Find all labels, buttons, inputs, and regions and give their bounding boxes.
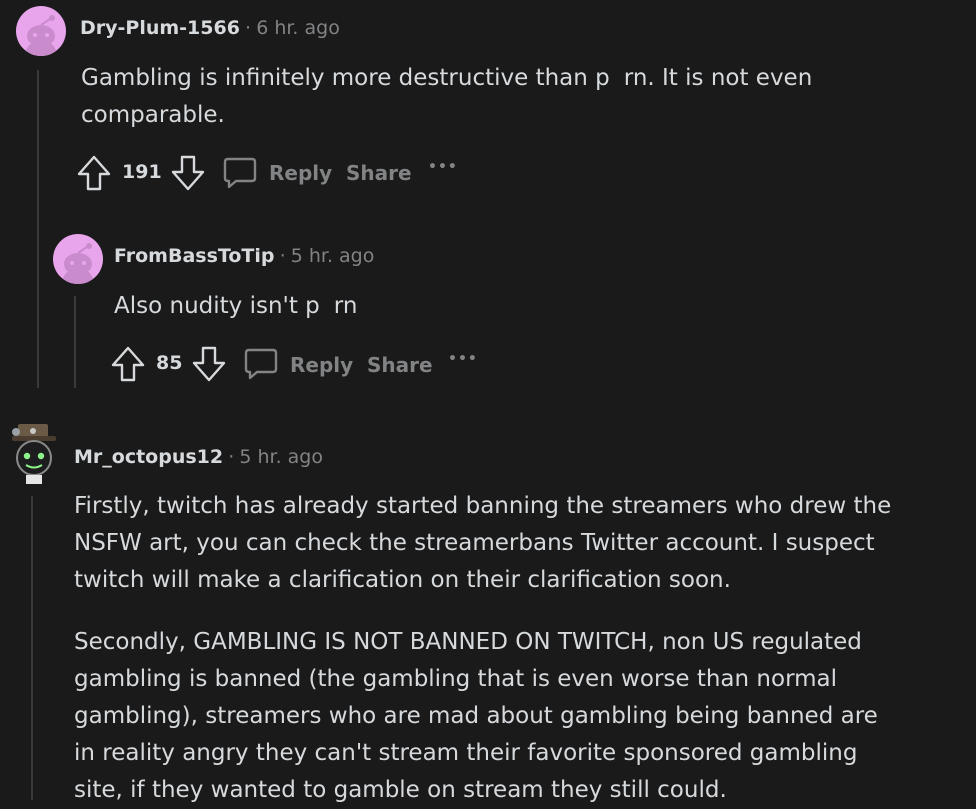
comment-author[interactable]: FromBassToTip <box>114 245 274 267</box>
comment-text-line: gambling is banned (the gambling that is… <box>74 666 838 692</box>
share-button[interactable]: Share <box>346 161 412 185</box>
thread-line-1[interactable] <box>37 70 39 388</box>
more-options-icon[interactable]: ••• <box>428 159 458 175</box>
vote-count: 191 <box>122 161 162 183</box>
comment-body: Gambling is infinitely more destructive … <box>81 60 812 134</box>
avatar[interactable] <box>53 234 103 284</box>
comment-text-line: gambling), streamers who are mad about g… <box>74 703 878 729</box>
comment-bubble-icon[interactable] <box>222 156 258 190</box>
comment-author[interactable]: Dry-Plum-1566 <box>80 17 240 39</box>
comment-text-part: rn. It is not even <box>623 65 813 91</box>
comment-timestamp[interactable]: 5 hr. ago <box>239 446 323 468</box>
comment-text-line: Secondly, GAMBLING IS NOT BANNED ON TWIT… <box>74 629 862 655</box>
comment-author[interactable]: Mr_octopus12 <box>74 446 223 468</box>
vote-count: 85 <box>156 352 183 374</box>
comment-text-line: Firstly, twitch has already started bann… <box>74 493 892 519</box>
comment-paragraph: Firstly, twitch has already started bann… <box>74 488 891 599</box>
comment-bubble-icon[interactable] <box>243 347 279 381</box>
more-options-icon[interactable]: ••• <box>448 351 478 367</box>
comment-text-part: Also nudity isn't p <box>114 293 320 319</box>
comment-text-line: twitch will make a clarification on thei… <box>74 567 731 593</box>
separator-dot: · <box>228 446 235 468</box>
comment-text-part: Gambling is infinitely more destructive … <box>81 65 610 91</box>
comment-text-line: comparable. <box>81 102 225 128</box>
snoo-avatar-icon <box>25 15 57 56</box>
separator-dot: · <box>279 245 286 267</box>
upvote-icon[interactable] <box>77 155 111 191</box>
avatar[interactable] <box>6 420 62 484</box>
comment-text-line: in reality angry they can't stream their… <box>74 740 858 766</box>
comment-text-line: site, if they wanted to gamble on stream… <box>74 777 727 803</box>
thread-line-2[interactable] <box>74 296 76 388</box>
thread-line-3[interactable] <box>31 496 33 800</box>
share-button[interactable]: Share <box>367 353 433 377</box>
comment-paragraph: Secondly, GAMBLING IS NOT BANNED ON TWIT… <box>74 624 891 809</box>
downvote-icon[interactable] <box>192 346 226 382</box>
comment-text-line: NSFW art, you can check the streamerbans… <box>74 530 875 556</box>
comment-body: Firstly, twitch has already started bann… <box>74 488 891 809</box>
comment-body: Also nudity isn't p rn <box>114 288 357 325</box>
snoo-avatar-icon <box>62 243 94 284</box>
robot-avatar-icon <box>12 424 56 484</box>
separator-dot: · <box>245 17 252 39</box>
avatar[interactable] <box>16 6 66 56</box>
downvote-icon[interactable] <box>171 155 205 191</box>
comment-timestamp[interactable]: 5 hr. ago <box>291 245 375 267</box>
reply-button[interactable]: Reply <box>269 161 332 185</box>
comment-timestamp[interactable]: 6 hr. ago <box>256 17 340 39</box>
upvote-icon[interactable] <box>111 346 145 382</box>
reply-button[interactable]: Reply <box>290 353 353 377</box>
comment-text-part: rn <box>333 293 358 319</box>
